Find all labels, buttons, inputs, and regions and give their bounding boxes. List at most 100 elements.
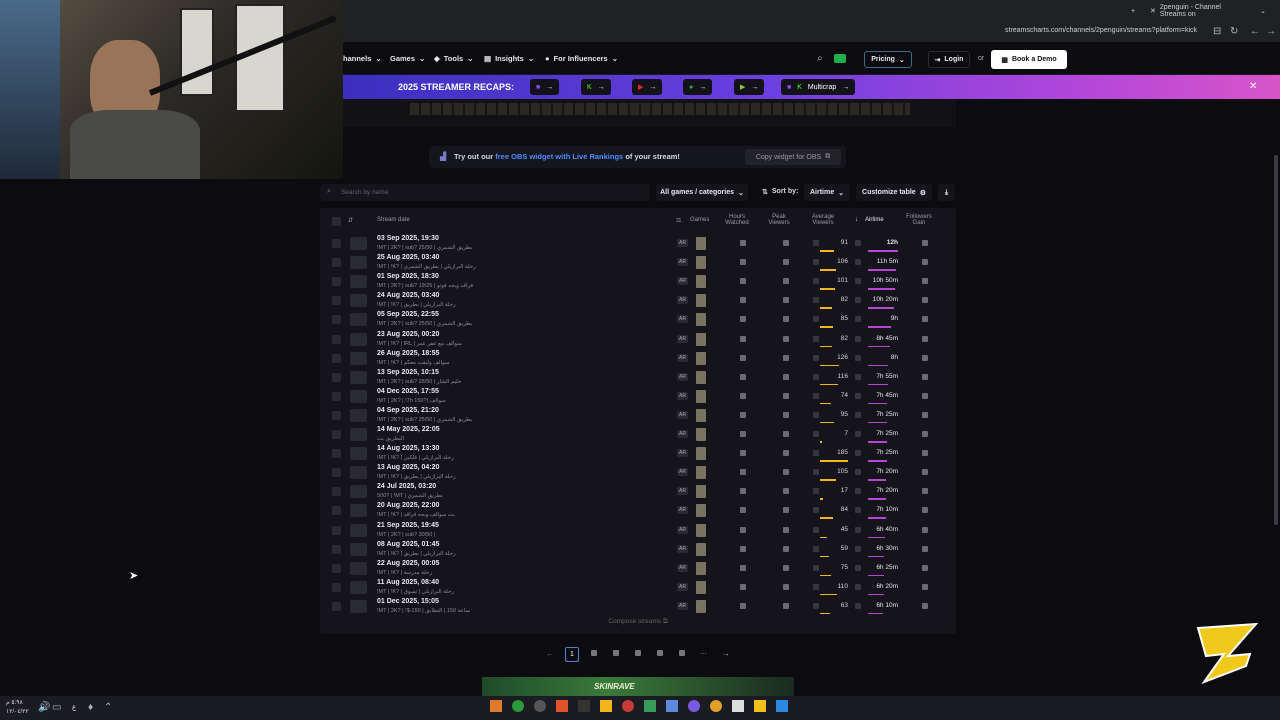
customize-table-button[interactable]: Customize table ⚙ (856, 184, 932, 201)
table-row[interactable]: 13 Sep 2025, 10:15 !MT | 2K? | sub? 28/50… (320, 369, 956, 388)
row-checkbox[interactable] (332, 506, 341, 516)
game-icon[interactable] (696, 313, 706, 327)
table-row[interactable]: 25 Aug 2025, 03:40 !MT | !K? | رحلة البرا… (320, 254, 956, 273)
stream-date[interactable]: 24 Aug 2025, 03:40 (377, 292, 439, 299)
sort-select[interactable]: Airtime ⌄ (804, 184, 850, 201)
download-button[interactable]: ⤓ (938, 184, 955, 201)
nav-channels[interactable]: hannels ⌄ (343, 54, 382, 63)
game-icon[interactable] (696, 504, 706, 518)
reload-icon[interactable]: ↻ (1230, 26, 1238, 37)
filter-icon[interactable]: ⚖ (676, 217, 681, 224)
stream-date[interactable]: 05 Sep 2025, 22:55 (377, 311, 439, 318)
table-row[interactable]: 05 Sep 2025, 22:55 !MT | 2K? | sub? 25/50… (320, 311, 956, 330)
window-menu-icon[interactable]: ⌄ (1260, 3, 1266, 19)
row-checkbox[interactable] (332, 353, 341, 363)
ad-banner[interactable]: SKINRAVE (482, 677, 794, 696)
row-checkbox[interactable] (332, 334, 341, 344)
table-row[interactable]: 22 Aug 2025, 00:05 !MT | !K? | رحلة مدرسة… (320, 560, 956, 579)
stream-date[interactable]: 01 Sep 2025, 18:30 (377, 273, 439, 280)
recap-youtube[interactable]: ▶ → (632, 79, 663, 95)
scrollbar[interactable] (1274, 155, 1278, 525)
row-checkbox[interactable] (332, 277, 341, 287)
game-icon[interactable] (696, 428, 706, 441)
row-checkbox[interactable] (332, 410, 341, 420)
table-row[interactable]: 11 Aug 2025, 08:40 !MT | !K? | رحلة البرا… (320, 579, 956, 598)
stream-date[interactable]: 04 Sep 2025, 21:20 (377, 407, 439, 414)
close-icon[interactable]: ✕ (1249, 81, 1257, 92)
select-all-checkbox[interactable] (332, 217, 341, 226)
search-input[interactable]: ⌕ Search by name (320, 184, 650, 201)
app-icon[interactable] (688, 700, 700, 712)
login-button[interactable]: ⇥ Login (928, 51, 970, 68)
col-hours-watched[interactable]: Hours Watched (722, 214, 752, 226)
stream-date[interactable]: 03 Sep 2025, 19:30 (377, 235, 439, 242)
row-checkbox[interactable] (332, 487, 341, 497)
brave-icon[interactable] (556, 700, 568, 712)
table-row[interactable]: 23 Aug 2025, 00:20 !MT | !K? | IRL | سوال… (320, 331, 956, 350)
game-icon[interactable] (696, 256, 706, 270)
table-row[interactable]: 04 Sep 2025, 21:20 !MT | 2K? | sub? 25/50… (320, 407, 956, 426)
game-icon[interactable] (696, 332, 706, 346)
table-row[interactable]: 14 Aug 2025, 13:30 !MT | !K? | رحلة البرا… (320, 445, 956, 464)
game-icon[interactable] (696, 542, 706, 556)
row-checkbox[interactable] (332, 430, 341, 439)
stream-date[interactable]: 26 Aug 2025, 18:55 (377, 350, 439, 357)
stream-date[interactable]: 20 Aug 2025, 22:00 (377, 502, 439, 509)
table-row[interactable]: 24 Aug 2025, 03:40 !MT | !K? | رحلة البرا… (320, 292, 956, 311)
games-filter-select[interactable]: All games / categories ⌄ (656, 184, 748, 201)
copy-widget-button[interactable]: Copy widget for OBS ⧉ (745, 149, 841, 165)
table-row[interactable]: 04 Dec 2025, 17:55 !MT | 2K? | !7h 150?| … (320, 388, 956, 407)
recap-rumble[interactable]: ▶ → (734, 79, 765, 95)
app-icon[interactable] (490, 700, 502, 712)
stream-date[interactable]: 11 Aug 2025, 08:40 (377, 579, 439, 586)
volume-icon[interactable]: 🔊 (38, 702, 50, 713)
game-icon[interactable] (696, 237, 706, 250)
stream-date[interactable]: 24 Jul 2025, 03:20 (377, 483, 436, 490)
row-checkbox[interactable] (332, 544, 341, 554)
promo-link[interactable]: free OBS widget with Live Rankings (495, 152, 623, 161)
xbox-icon[interactable] (512, 700, 524, 712)
col-airtime[interactable]: Airtime (865, 217, 884, 223)
col-followers-gain[interactable]: Followers Gain (902, 214, 936, 226)
game-icon[interactable] (696, 561, 706, 575)
row-checkbox[interactable] (332, 563, 341, 573)
table-row[interactable]: 01 Sep 2025, 18:30 !MT | 2K? | sub? 19/25… (320, 273, 956, 292)
table-row[interactable]: 03 Sep 2025, 19:30 !MT | 2K? | sub? 25/50… (320, 235, 956, 254)
row-checkbox[interactable] (332, 296, 341, 306)
table-row[interactable]: 20 Aug 2025, 22:00 !MT | !K? | بث سوالف و… (320, 502, 956, 521)
row-checkbox[interactable] (332, 372, 341, 382)
table-row[interactable]: 26 Aug 2025, 18:55 !MT | !K? | سوالف وليق… (320, 350, 956, 369)
game-icon[interactable] (696, 370, 706, 384)
game-icon[interactable] (696, 447, 706, 461)
new-tab-button[interactable]: + (1131, 3, 1135, 19)
stream-date[interactable]: 13 Aug 2025, 04:20 (377, 464, 439, 471)
table-row[interactable]: 24 Jul 2025, 03:20 500? | !MT | بطريق الش… (320, 483, 956, 502)
microphone-icon[interactable]: ♦ (88, 702, 93, 713)
app-icon[interactable] (666, 700, 678, 712)
stream-date[interactable]: 21 Sep 2025, 19:45 (377, 522, 439, 529)
stream-date[interactable]: 13 Sep 2025, 10:15 (377, 369, 439, 376)
nav-games[interactable]: Games ⌄ (390, 54, 425, 63)
game-icon[interactable] (696, 275, 706, 289)
chevron-up-icon[interactable]: ⌃ (104, 702, 112, 713)
prev-page-icon[interactable]: ← (546, 649, 554, 658)
row-checkbox[interactable] (332, 449, 341, 459)
book-demo-button[interactable]: ▦ Book a Demo (991, 50, 1067, 69)
back-icon[interactable]: ← (1250, 26, 1260, 37)
network-icon[interactable]: ▭ (52, 702, 61, 713)
row-checkbox[interactable] (332, 239, 341, 248)
col-games[interactable]: Games (690, 217, 709, 223)
nav-insights[interactable]: ▤ Insights ⌄ (484, 54, 534, 63)
compose-streams-button[interactable]: Compose streams ⧉ (320, 618, 956, 626)
folder-icon[interactable] (754, 700, 766, 712)
close-icon[interactable]: ✕ (1150, 7, 1156, 15)
row-checkbox[interactable] (332, 582, 341, 592)
forward-icon[interactable]: → (1266, 26, 1276, 37)
app-icon[interactable] (644, 700, 656, 712)
stream-date[interactable]: 22 Aug 2025, 00:05 (377, 560, 439, 567)
address-bar[interactable]: streamscharts.com/channels/2penguin/stre… (1005, 27, 1197, 34)
windows-icon[interactable] (776, 700, 788, 712)
game-icon[interactable] (696, 466, 706, 480)
language-indicator[interactable]: ع (72, 703, 76, 711)
nav-influencers[interactable]: ● For Influencers ⌄ (545, 54, 618, 63)
